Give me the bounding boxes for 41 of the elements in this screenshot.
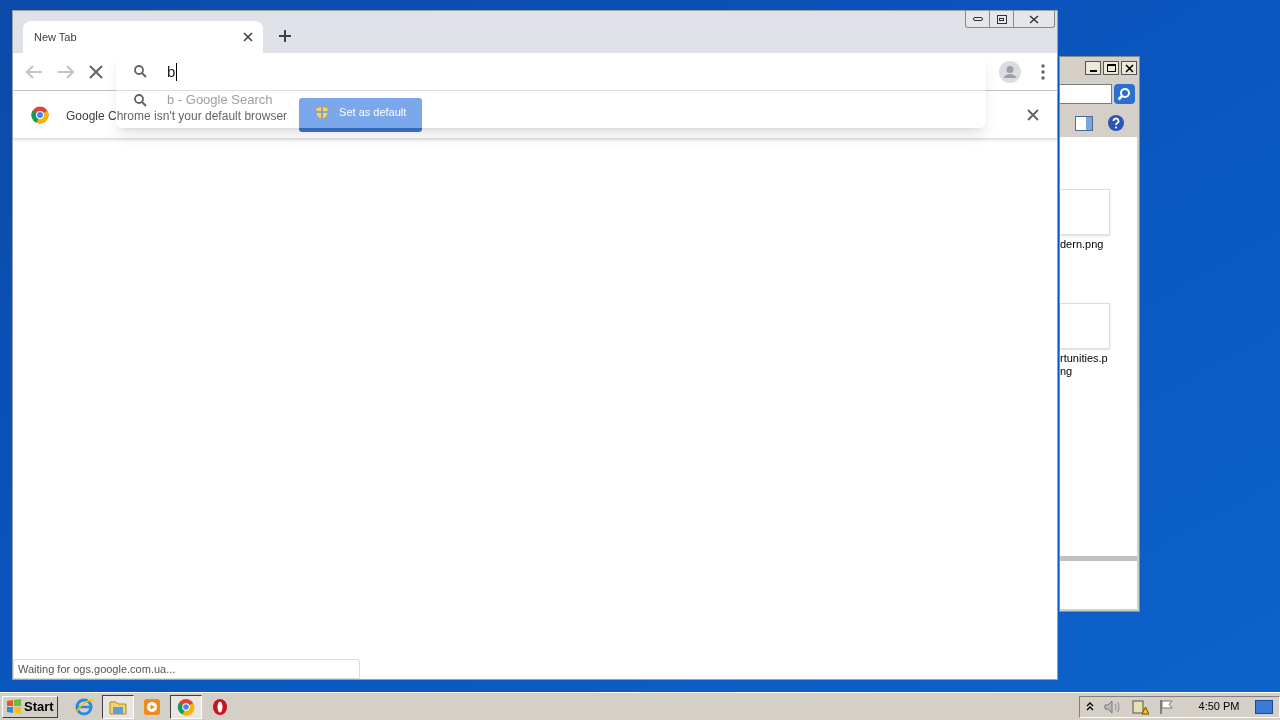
speaker-icon[interactable] bbox=[1104, 699, 1121, 714]
flag-icon[interactable] bbox=[1159, 698, 1175, 715]
plus-icon bbox=[278, 29, 292, 43]
search-icon bbox=[134, 65, 147, 78]
close-icon bbox=[1029, 14, 1039, 24]
file-thumbnail[interactable] bbox=[1060, 189, 1110, 235]
close-button[interactable] bbox=[1121, 61, 1137, 75]
taskbar-button[interactable] bbox=[169, 694, 202, 719]
start-button[interactable]: Start bbox=[2, 695, 58, 718]
file-name[interactable]: rtunities.p ng bbox=[1060, 352, 1108, 378]
chrome-logo-icon bbox=[175, 696, 196, 717]
close-icon[interactable] bbox=[1027, 108, 1039, 121]
search-field[interactable] bbox=[1060, 84, 1112, 104]
menu-icon[interactable] bbox=[1041, 63, 1045, 80]
stop-icon[interactable] bbox=[89, 64, 103, 79]
chrome-logo-icon bbox=[31, 105, 49, 124]
browser-icon bbox=[73, 696, 94, 717]
show-desktop-icon[interactable] bbox=[1255, 699, 1273, 714]
chevron-up-icon[interactable] bbox=[1086, 702, 1094, 711]
file-name[interactable]: dern.png bbox=[1060, 238, 1104, 251]
taskbar-button[interactable] bbox=[101, 694, 134, 719]
status-bubble: Waiting for ogs.google.com.ua... bbox=[13, 659, 360, 679]
maximize-button[interactable] bbox=[1103, 61, 1119, 75]
file-thumbnail[interactable] bbox=[1060, 303, 1110, 349]
search-button[interactable] bbox=[1113, 84, 1135, 104]
infobar-message: Google Chrome isn't your default browser bbox=[66, 109, 288, 122]
profile-icon[interactable] bbox=[999, 60, 1021, 83]
clock: 4:50 PM bbox=[1197, 699, 1241, 715]
windows-logo-icon bbox=[6, 699, 22, 714]
pane-icon[interactable] bbox=[1075, 115, 1093, 131]
minimize-button[interactable] bbox=[1085, 61, 1101, 75]
search-icon bbox=[1117, 87, 1132, 101]
shield-icon bbox=[315, 105, 330, 120]
search-icon bbox=[134, 93, 147, 107]
browser-tab[interactable]: New Tab bbox=[23, 21, 263, 53]
close-icon[interactable] bbox=[243, 32, 253, 42]
network-warning-icon[interactable] bbox=[1131, 698, 1149, 715]
address-field[interactable]: b bbox=[116, 53, 986, 91]
media-player-icon bbox=[141, 696, 162, 717]
close-icon bbox=[1124, 63, 1134, 73]
help-icon[interactable] bbox=[1107, 114, 1125, 132]
